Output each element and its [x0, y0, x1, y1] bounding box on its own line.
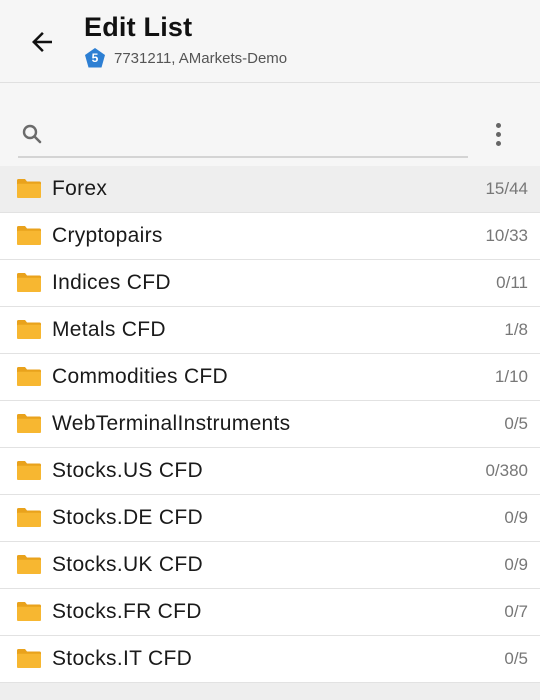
group-name: Commodities CFD [52, 365, 229, 388]
group-name: Cryptopairs [52, 224, 163, 247]
group-count: 15/44 [485, 179, 528, 198]
account-badge-number: 5 [91, 51, 99, 65]
search-icon [22, 124, 42, 144]
list-item[interactable]: Forex 15/44 [0, 166, 540, 213]
search-underline [18, 156, 468, 158]
folder-icon [17, 461, 41, 480]
account-badge: 5 [84, 47, 106, 69]
folder-icon [17, 602, 41, 621]
list-item[interactable]: Metals CFD 1/8 [0, 307, 540, 354]
group-count: 0/5 [504, 414, 528, 433]
page-title: Edit List [84, 12, 193, 42]
list-item[interactable]: Stocks.IT CFD 0/5 [0, 636, 540, 683]
group-count: 0/5 [504, 649, 528, 668]
group-count: 0/7 [504, 602, 528, 621]
search-input[interactable] [60, 116, 464, 154]
search-bar [0, 108, 540, 164]
list-item[interactable]: Stocks.UK CFD 0/9 [0, 542, 540, 589]
symbol-group-list: Forex 15/44 Cryptopairs 10/33 Indices CFD 0/1… [0, 166, 540, 683]
list-bottom-edge [0, 683, 540, 700]
folder-icon [17, 367, 41, 386]
folder-icon [17, 414, 41, 433]
folder-icon [17, 649, 41, 668]
group-name: Stocks.UK CFD [52, 553, 203, 576]
group-name: Indices CFD [52, 271, 171, 294]
folder-icon [17, 273, 41, 292]
group-name: Stocks.US CFD [52, 459, 203, 482]
folder-icon [17, 320, 41, 339]
more-vertical-icon [495, 122, 501, 128]
folder-icon [17, 179, 41, 198]
list-item[interactable]: Indices CFD 0/11 [0, 260, 540, 307]
group-name: Stocks.FR CFD [52, 600, 202, 623]
list-item[interactable]: Stocks.DE CFD 0/9 [0, 495, 540, 542]
group-name: Stocks.DE CFD [52, 506, 203, 529]
app-bar: Edit List 5 7731211, AMarkets-Demo [0, 0, 540, 83]
account-label: 7731211, AMarkets-Demo [114, 49, 288, 67]
group-name: Forex [52, 177, 108, 200]
list-item[interactable]: Stocks.US CFD 0/380 [0, 448, 540, 495]
folder-icon [17, 555, 41, 574]
group-name: Metals CFD [52, 318, 166, 341]
list-item[interactable]: Stocks.FR CFD 0/7 [0, 589, 540, 636]
group-count: 1/8 [504, 320, 528, 339]
group-count: 0/380 [485, 461, 528, 480]
group-name: Stocks.IT CFD [52, 647, 193, 670]
account-info: 5 7731211, AMarkets-Demo [84, 47, 287, 69]
group-count: 0/9 [504, 508, 528, 527]
group-name: WebTerminalInstruments [52, 412, 291, 435]
folder-icon [17, 508, 41, 527]
list-item[interactable]: Cryptopairs 10/33 [0, 213, 540, 260]
group-count: 0/11 [496, 273, 528, 292]
group-count: 1/10 [494, 367, 528, 386]
group-count: 0/9 [504, 555, 528, 574]
folder-icon [17, 226, 41, 245]
list-item[interactable]: Commodities CFD 1/10 [0, 354, 540, 401]
list-item[interactable]: WebTerminalInstruments 0/5 [0, 401, 540, 448]
group-count: 10/33 [485, 226, 528, 245]
back-button[interactable] [24, 24, 60, 60]
arrow-left-icon [32, 32, 52, 52]
more-options-button[interactable] [484, 118, 512, 150]
